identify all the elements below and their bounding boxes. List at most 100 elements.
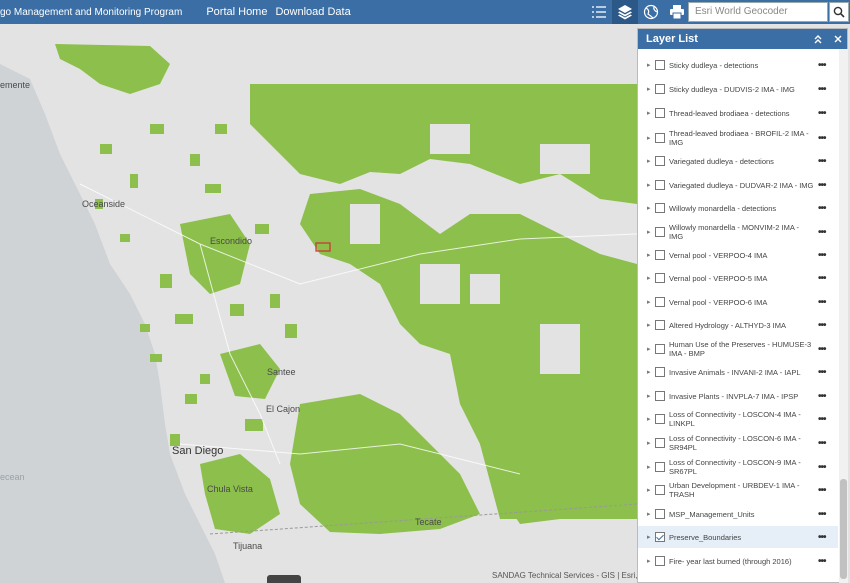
expand-caret-icon[interactable]: ▸ [647, 415, 653, 423]
layer-row[interactable]: ▸ Invasive Animals - INVANI-2 IMA - IAPL •… [638, 362, 838, 382]
expand-caret-icon[interactable]: ▸ [647, 274, 653, 282]
search-icon[interactable] [829, 2, 849, 22]
layer-checkbox[interactable] [655, 297, 665, 307]
layer-checkbox[interactable] [655, 84, 665, 94]
layer-row[interactable]: ▸ Willowly monardella - MONVIM-2 IMA - IM… [638, 222, 838, 242]
layer-checkbox[interactable] [655, 509, 665, 519]
close-icon[interactable] [830, 31, 846, 47]
layer-row-selected[interactable]: ▸ Preserve_Boundaries ••• [638, 526, 838, 548]
layer-row[interactable]: ▸ Variegated dudleya - detections ••• [638, 151, 838, 171]
more-options-icon[interactable]: ••• [818, 391, 826, 402]
layer-checkbox[interactable] [655, 391, 665, 401]
scrollbar-thumb[interactable] [840, 479, 847, 579]
more-options-icon[interactable]: ••• [818, 133, 826, 144]
more-options-icon[interactable]: ••• [818, 60, 826, 71]
layer-checkbox[interactable] [655, 414, 665, 424]
layer-checkbox[interactable] [655, 485, 665, 495]
layer-checkbox[interactable] [655, 133, 665, 143]
layer-row[interactable]: ▸ Vernal pool - VERPOO-4 IMA ••• [638, 245, 838, 265]
layer-row[interactable]: ▸ Loss of Connectivity - LOSCON-4 IMA - L… [638, 406, 838, 432]
more-options-icon[interactable]: ••• [818, 344, 826, 355]
layer-checkbox-checked[interactable] [655, 532, 665, 542]
layer-row[interactable]: ▸ Loss of Connectivity - LOSCON-6 IMA - S… [638, 430, 838, 456]
portal-home-link[interactable]: Portal Home [206, 6, 267, 18]
layer-checkbox[interactable] [655, 203, 665, 213]
layer-row[interactable]: ▸ Sticky dudleya - DUDVIS-2 IMA - IMG ••• [638, 79, 838, 99]
print-icon[interactable] [664, 0, 690, 24]
layer-row[interactable]: ▸ Variegated dudleya - DUDVAR-2 IMA - IMG… [638, 175, 838, 195]
layer-checkbox[interactable] [655, 344, 665, 354]
expand-caret-icon[interactable]: ▸ [647, 533, 653, 541]
layer-checkbox[interactable] [655, 108, 665, 118]
expand-caret-icon[interactable]: ▸ [647, 134, 653, 142]
more-options-icon[interactable]: ••• [818, 367, 826, 378]
map-panel-toggle[interactable] [267, 575, 301, 583]
expand-caret-icon[interactable]: ▸ [647, 345, 653, 353]
layer-row[interactable]: ▸ Vernal pool - VERPOO-5 IMA ••• [638, 268, 838, 288]
more-options-icon[interactable]: ••• [818, 108, 826, 119]
more-options-icon[interactable]: ••• [818, 414, 826, 425]
more-options-icon[interactable]: ••• [818, 180, 826, 191]
expand-caret-icon[interactable]: ▸ [647, 157, 653, 165]
more-options-icon[interactable]: ••• [818, 250, 826, 261]
more-options-icon[interactable]: ••• [818, 203, 826, 214]
expand-caret-icon[interactable]: ▸ [647, 251, 653, 259]
layer-row[interactable]: ▸ Altered Hydrology - ALTHYD-3 IMA ••• [638, 315, 838, 335]
more-options-icon[interactable]: ••• [818, 320, 826, 331]
layer-checkbox[interactable] [655, 250, 665, 260]
expand-caret-icon[interactable]: ▸ [647, 61, 653, 69]
layer-row[interactable]: ▸ Urban Development - URBDEV-1 IMA - TRAS… [638, 477, 838, 503]
more-options-icon[interactable]: ••• [818, 227, 826, 238]
layer-checkbox[interactable] [655, 320, 665, 330]
search-input[interactable]: Esri World Geocoder [688, 2, 828, 22]
expand-caret-icon[interactable]: ▸ [647, 204, 653, 212]
layer-row[interactable]: ▸ Invasive Plants - INVPLA-7 IMA - IPSP ••… [638, 386, 838, 406]
more-options-icon[interactable]: ••• [818, 438, 826, 449]
download-data-link[interactable]: Download Data [275, 6, 350, 18]
layer-row[interactable]: ▸ Thread-leaved brodiaea - detections ••• [638, 103, 838, 123]
more-options-icon[interactable]: ••• [818, 84, 826, 95]
expand-caret-icon[interactable]: ▸ [647, 85, 653, 93]
expand-caret-icon[interactable]: ▸ [647, 439, 653, 447]
more-options-icon[interactable]: ••• [818, 297, 826, 308]
expand-caret-icon[interactable]: ▸ [647, 298, 653, 306]
layer-checkbox[interactable] [655, 180, 665, 190]
expand-caret-icon[interactable]: ▸ [647, 510, 653, 518]
layer-checkbox[interactable] [655, 556, 665, 566]
layer-row[interactable]: ▸ Sticky dudleya - detections ••• [638, 55, 838, 75]
more-options-icon[interactable]: ••• [818, 156, 826, 167]
layer-checkbox[interactable] [655, 60, 665, 70]
layer-checkbox[interactable] [655, 273, 665, 283]
expand-caret-icon[interactable]: ▸ [647, 463, 653, 471]
layer-row[interactable]: ▸ Willowly monardella - detections ••• [638, 198, 838, 218]
expand-caret-icon[interactable]: ▸ [647, 486, 653, 494]
more-options-icon[interactable]: ••• [818, 556, 826, 567]
layer-checkbox[interactable] [655, 462, 665, 472]
list-icon[interactable] [586, 0, 612, 24]
collapse-chevron-icon[interactable] [810, 31, 826, 47]
more-options-icon[interactable]: ••• [818, 532, 826, 543]
layer-row[interactable]: ▸ Human Use of the Preserves - HUMUSE-3 I… [638, 336, 838, 362]
layers-icon[interactable] [612, 0, 638, 24]
expand-caret-icon[interactable]: ▸ [647, 181, 653, 189]
expand-caret-icon[interactable]: ▸ [647, 392, 653, 400]
layer-row[interactable]: ▸ Fire- year last burned (through 2016) ••… [638, 551, 838, 571]
more-options-icon[interactable]: ••• [818, 485, 826, 496]
more-options-icon[interactable]: ••• [818, 273, 826, 284]
layer-checkbox[interactable] [655, 227, 665, 237]
more-options-icon[interactable]: ••• [818, 509, 826, 520]
layer-row[interactable]: ▸ Vernal pool - VERPOO-6 IMA ••• [638, 292, 838, 312]
basemap-gallery-icon[interactable] [638, 0, 664, 24]
layer-checkbox[interactable] [655, 156, 665, 166]
layer-row[interactable]: ▸ Thread-leaved brodiaea - BROFIL-2 IMA -… [638, 125, 838, 151]
layer-checkbox[interactable] [655, 367, 665, 377]
expand-caret-icon[interactable]: ▸ [647, 321, 653, 329]
layer-checkbox[interactable] [655, 438, 665, 448]
expand-caret-icon[interactable]: ▸ [647, 228, 653, 236]
expand-caret-icon[interactable]: ▸ [647, 557, 653, 565]
expand-caret-icon[interactable]: ▸ [647, 368, 653, 376]
more-options-icon[interactable]: ••• [818, 462, 826, 473]
layer-row[interactable]: ▸ MSP_Management_Units ••• [638, 504, 838, 524]
expand-caret-icon[interactable]: ▸ [647, 109, 653, 117]
layer-list-scrollbar[interactable] [839, 49, 848, 583]
